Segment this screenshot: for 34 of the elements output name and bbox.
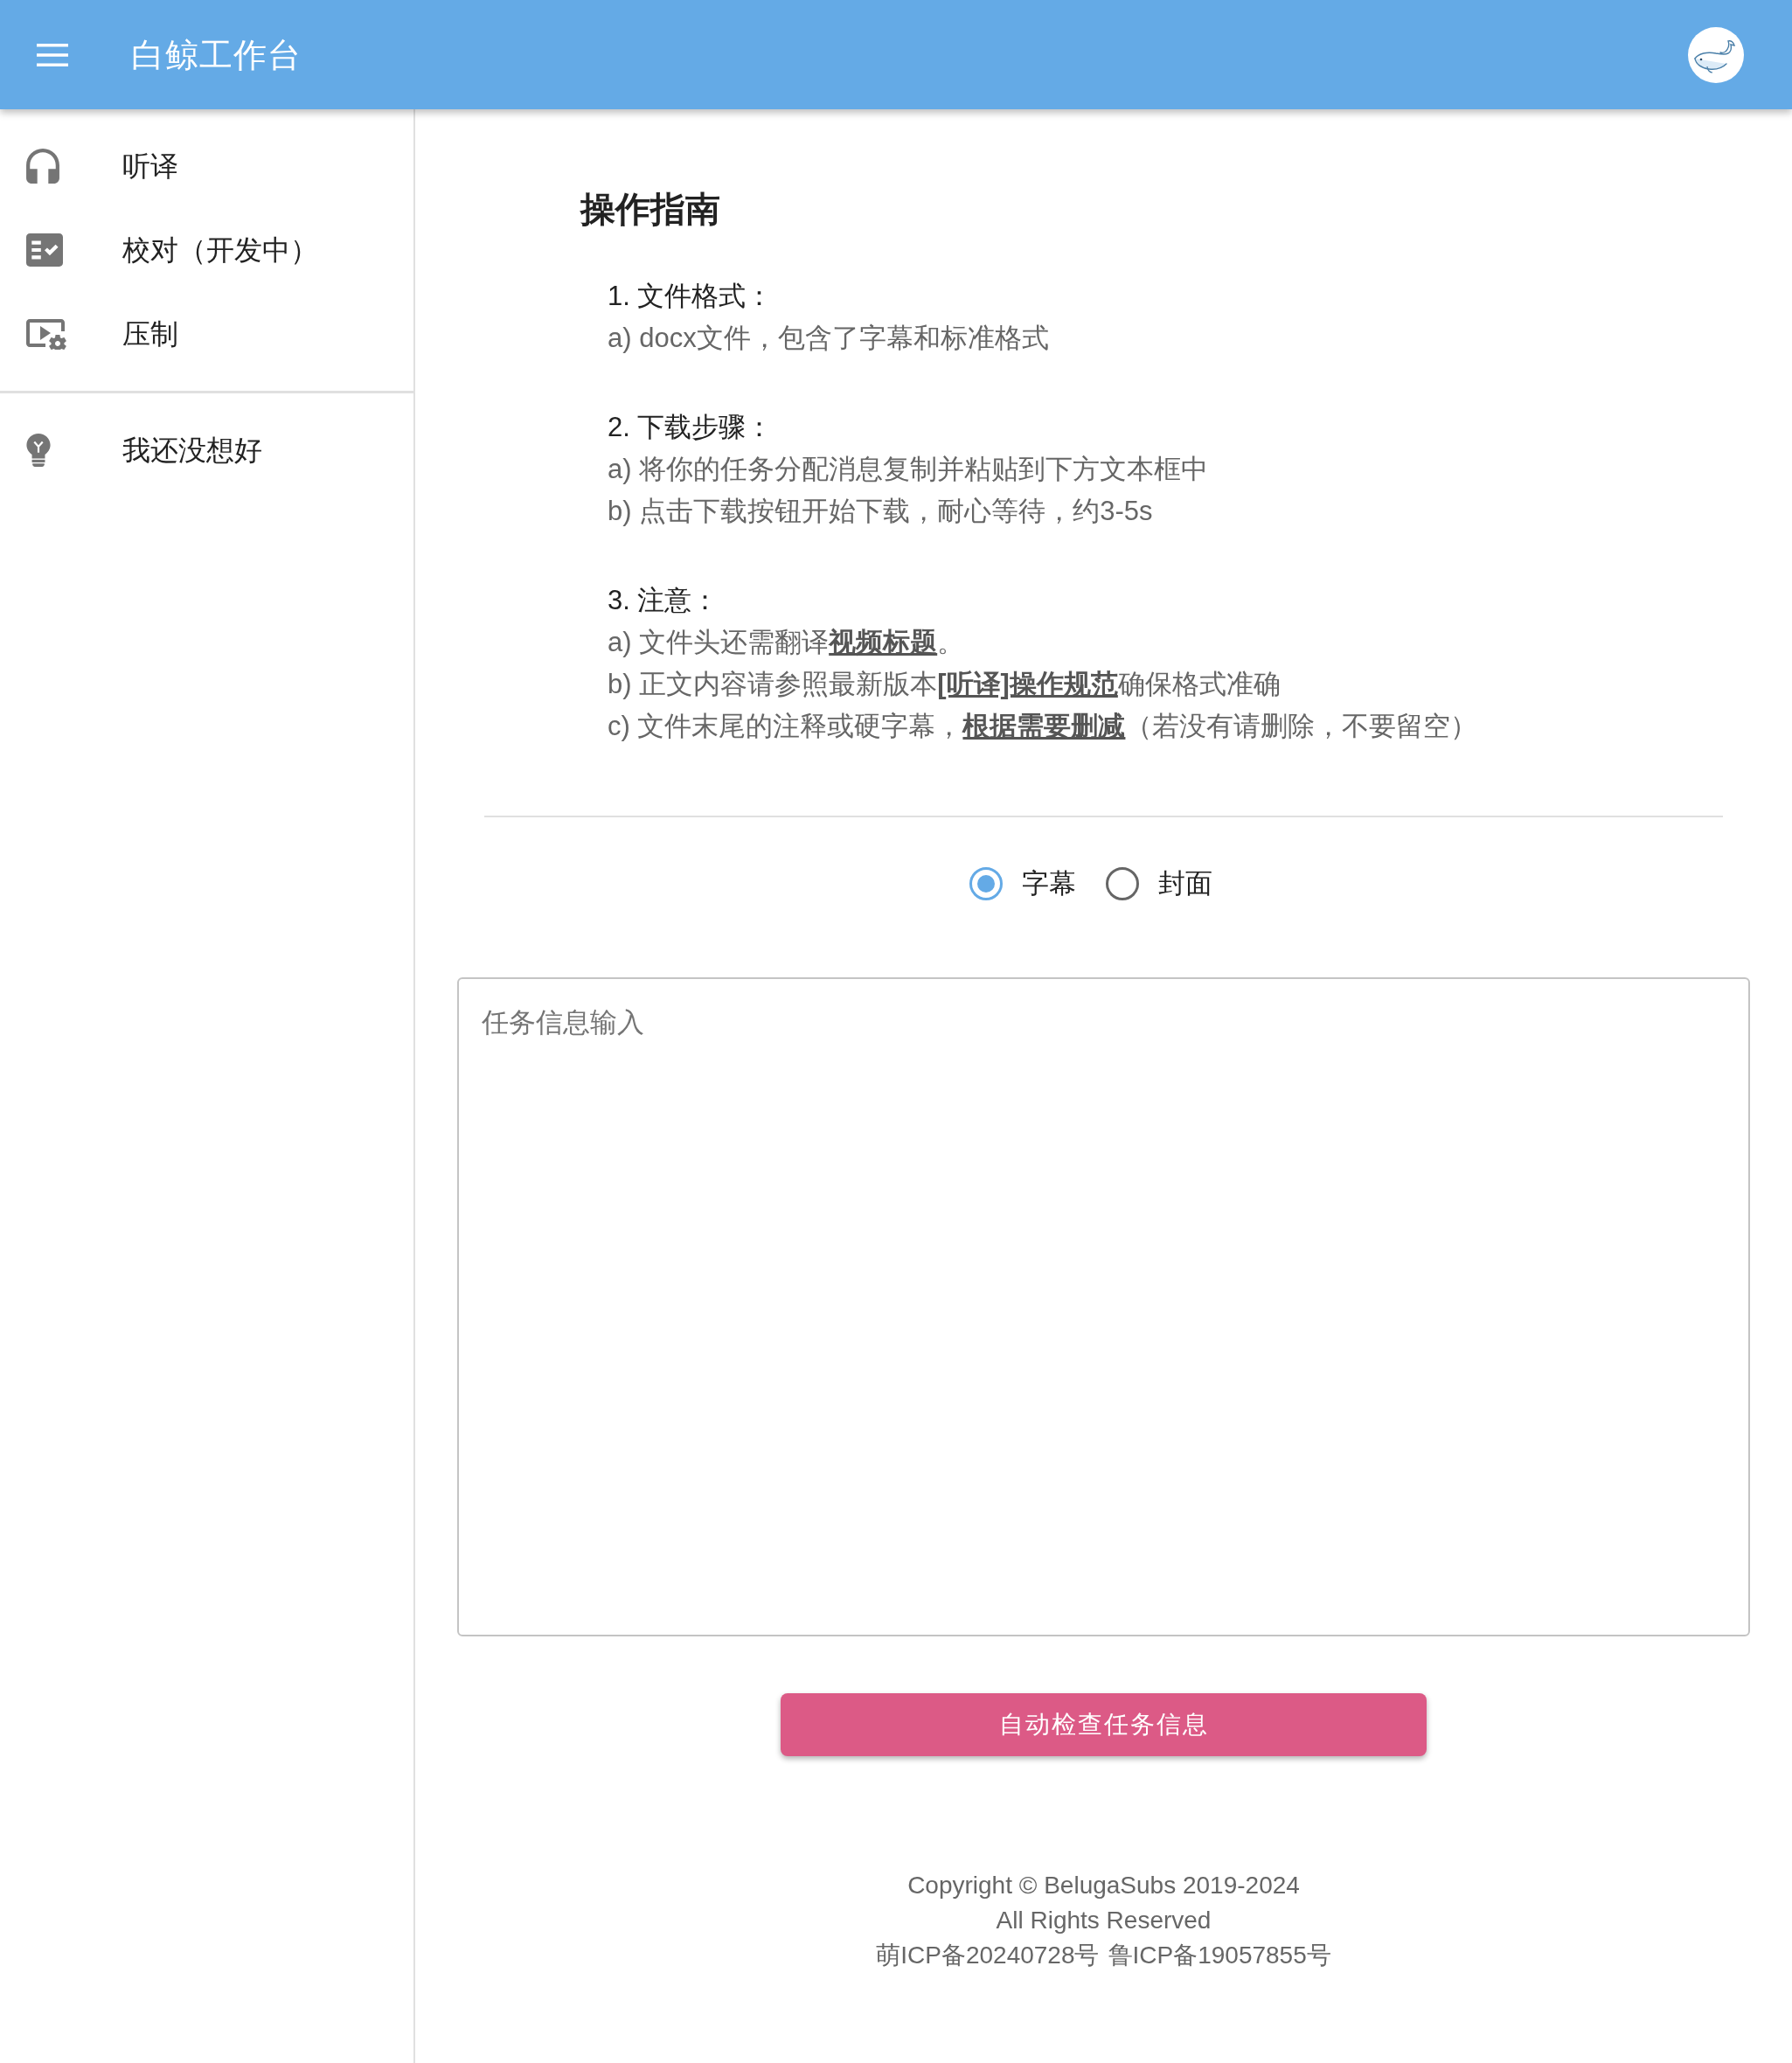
guide-title: 操作指南 <box>580 189 720 230</box>
nav-item[interactable]: 听译 <box>0 124 413 208</box>
registration-link[interactable]: 鲁ICP备19057855号 <box>1108 1938 1331 1973</box>
radio-button[interactable] <box>1105 867 1139 900</box>
nav-item[interactable]: 压制 <box>0 292 413 376</box>
guide-line: b) 点击下载按钮开始下载，耐心等待，约3-5s <box>608 495 1153 528</box>
guide-line: a) docx文件，包含了字幕和标准格式 <box>608 322 1049 355</box>
registration-link[interactable]: 萌ICP备20240728号 <box>876 1938 1100 1973</box>
guide-line: c) 文件末尾的注释或硬字幕，根据需要删减（若没有请删除，不要留空） <box>608 710 1478 743</box>
nav-item[interactable]: 我还没想好 <box>0 408 413 492</box>
radio-button[interactable] <box>969 867 1003 900</box>
app-title: 白鲸工作台 <box>131 35 302 75</box>
guide-step-heading: 1. 文件格式： <box>608 280 774 313</box>
video-settings-icon <box>26 318 66 350</box>
guide-step-heading: 2. 下载步骤： <box>608 411 774 444</box>
guide-line: b) 正文内容请参照最新版本[听译]操作规范确保格式准确 <box>608 668 1281 701</box>
guide-line: a) 文件头还需翻译视频标题。 <box>608 626 965 659</box>
guide-link[interactable]: 根据需要删减 <box>962 711 1126 741</box>
radio-label[interactable]: 字幕 <box>1021 866 1076 901</box>
check-button[interactable]: 自动检查任务信息 <box>781 1693 1427 1756</box>
checklist-icon <box>26 233 63 267</box>
lightbulb-icon <box>26 434 51 467</box>
task-info-field[interactable]: 任务信息输入 <box>457 977 1750 1636</box>
headphones-icon <box>26 149 59 184</box>
footer-text: Copyright © BelugaSubs 2019-2024 <box>907 1871 1300 1900</box>
guide-step-heading: 3. 注意： <box>608 584 719 617</box>
nav-item[interactable]: 校对（开发中） <box>0 208 413 292</box>
guide-link[interactable]: 视频标题 <box>829 627 938 657</box>
guide-line: a) 将你的任务分配消息复制并粘贴到下方文本框中 <box>608 453 1209 486</box>
guide-link[interactable]: [听译]操作规范 <box>937 669 1118 699</box>
footer-text: All Rights Reserved <box>996 1906 1212 1935</box>
whale-avatar[interactable] <box>1688 26 1744 83</box>
menu-icon[interactable] <box>37 43 68 66</box>
radio-label[interactable]: 封面 <box>1157 866 1212 901</box>
